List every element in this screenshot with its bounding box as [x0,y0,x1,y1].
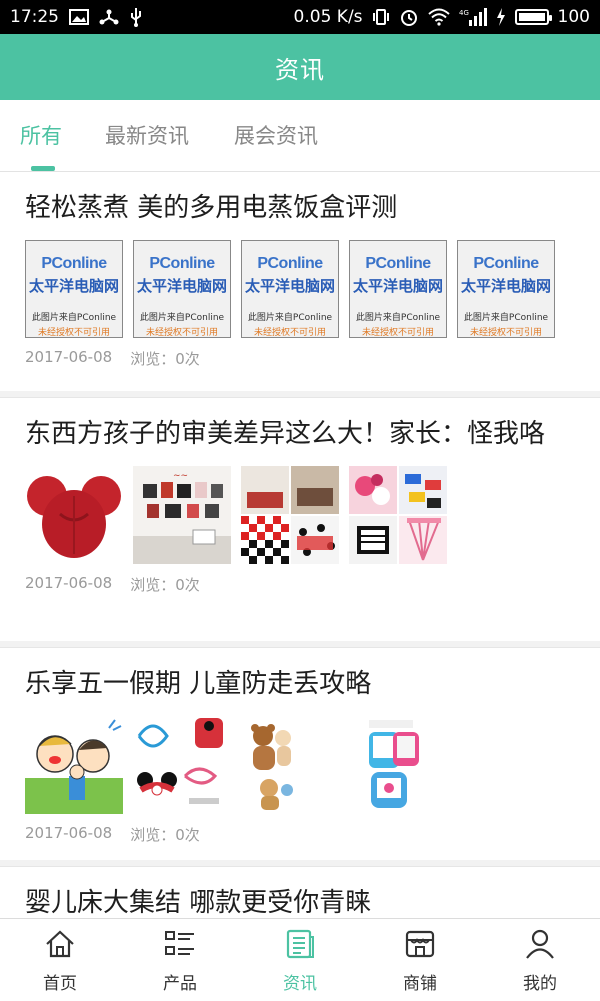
news-meta: 2017-06-08 浏览：0次 [25,348,575,383]
tab-all[interactable]: 所有 [20,120,62,150]
news-views: 浏览：0次 [130,350,200,368]
news-item[interactable]: 轻松蒸煮 美的多用电蒸饭盒评测 PConline 太平洋电脑网 此图片来自PCo… [0,172,600,391]
status-bar: 17:25 0.05 K/s 4G 100 [0,0,600,34]
news-thumbnails: ~~ [25,466,575,564]
signal-icon: 4G [459,7,487,27]
news-title: 东西方孩子的审美差异这么大！家长：怪我咯 [25,419,546,449]
alarm-icon [399,7,419,27]
nav-label: 我的 [523,974,557,994]
nav-label: 资讯 [283,974,317,994]
news-date: 2017-06-08 [25,348,113,366]
vibrate-icon [372,8,390,26]
category-tabs: 所有 最新资讯 展会资讯 [0,100,600,172]
news-title: 轻松蒸煮 美的多用电蒸饭盒评测 [25,193,398,223]
nav-home[interactable]: 首页 [0,919,120,1001]
watermark-thumbnail: PConline 太平洋电脑网 此图片来自PConline 未经授权不可引用 [349,240,447,338]
nav-label: 产品 [163,974,197,994]
svg-text:~~: ~~ [173,471,188,481]
tab-latest-news[interactable]: 最新资讯 [105,120,189,150]
image-notification-icon [69,9,89,25]
news-item[interactable]: 乐享五一假期 儿童防走丢攻略 2017-06-08 浏览：0次 [0,647,600,860]
nav-profile[interactable]: 我的 [480,919,600,1001]
nav-news[interactable]: 资讯 [240,919,360,1001]
anti-lost-gear-image [133,716,231,814]
news-thumbnails [25,716,575,814]
kids-room-collage-image [241,466,339,564]
shop-icon [404,929,436,963]
news-date: 2017-06-08 [25,574,113,592]
nav-shop[interactable]: 商铺 [360,919,480,1001]
news-views: 浏览：0次 [130,826,200,844]
watermark-thumbnail: PConline 太平洋电脑网 此图片来自PConline 未经授权不可引用 [133,240,231,338]
nav-products[interactable]: 产品 [120,919,240,1001]
usb-icon [129,7,143,27]
app-bar: 资讯 [0,34,600,100]
user-icon [524,929,556,963]
watermark-thumbnail: PConline 太平洋电脑网 此图片来自PConline 未经授权不可引用 [241,240,339,338]
list-icon [164,929,196,963]
news-icon [284,929,316,963]
watermark-thumbnail: PConline 太平洋电脑网 此图片来自PConline 未经授权不可引用 [457,240,555,338]
kids-decor-collage-image [349,466,447,564]
network-speed: 0.05 K/s [293,7,363,27]
svg-text:4G: 4G [459,9,469,17]
news-meta: 2017-06-08 浏览：0次 [25,574,575,609]
wifi-icon [427,8,450,26]
nav-label: 商铺 [403,974,437,994]
page-title: 资讯 [275,55,325,84]
cartoon-family-image [25,716,123,814]
news-views: 浏览：0次 [130,576,200,594]
nav-label: 首页 [43,974,77,994]
active-tab-indicator [31,166,55,171]
mickey-pillow-image [25,466,123,564]
news-list: 轻松蒸煮 美的多用电蒸饭盒评测 PConline 太平洋电脑网 此图片来自PCo… [0,172,600,952]
home-icon [44,929,76,963]
news-meta: 2017-06-08 浏览：0次 [25,824,575,859]
news-title: 婴儿床大集结 哪款更受你青睐 [25,888,372,918]
status-time: 17:25 [10,7,59,27]
mickey-room-image: ~~ [133,466,231,564]
news-item[interactable]: 东西方孩子的审美差异这么大！家长：怪我咯 ~~ 2017-06-08 浏览：0次 [0,397,600,641]
share-icon [99,8,119,26]
bottom-nav: 首页 产品 资讯 商铺 我的 [0,918,600,1001]
news-date: 2017-06-08 [25,824,113,842]
tab-exhibition-news[interactable]: 展会资讯 [234,120,318,150]
news-thumbnails: PConline 太平洋电脑网 此图片来自PConline 未经授权不可引用 P… [25,240,575,338]
plush-toys-image [241,716,339,814]
kids-smartwatch-image [349,716,447,814]
watermark-thumbnail: PConline 太平洋电脑网 此图片来自PConline 未经授权不可引用 [25,240,123,338]
battery-percent: 100 [557,7,590,27]
news-title: 乐享五一假期 儿童防走丢攻略 [25,669,372,699]
battery-icon [514,9,552,25]
charging-icon [496,8,506,26]
